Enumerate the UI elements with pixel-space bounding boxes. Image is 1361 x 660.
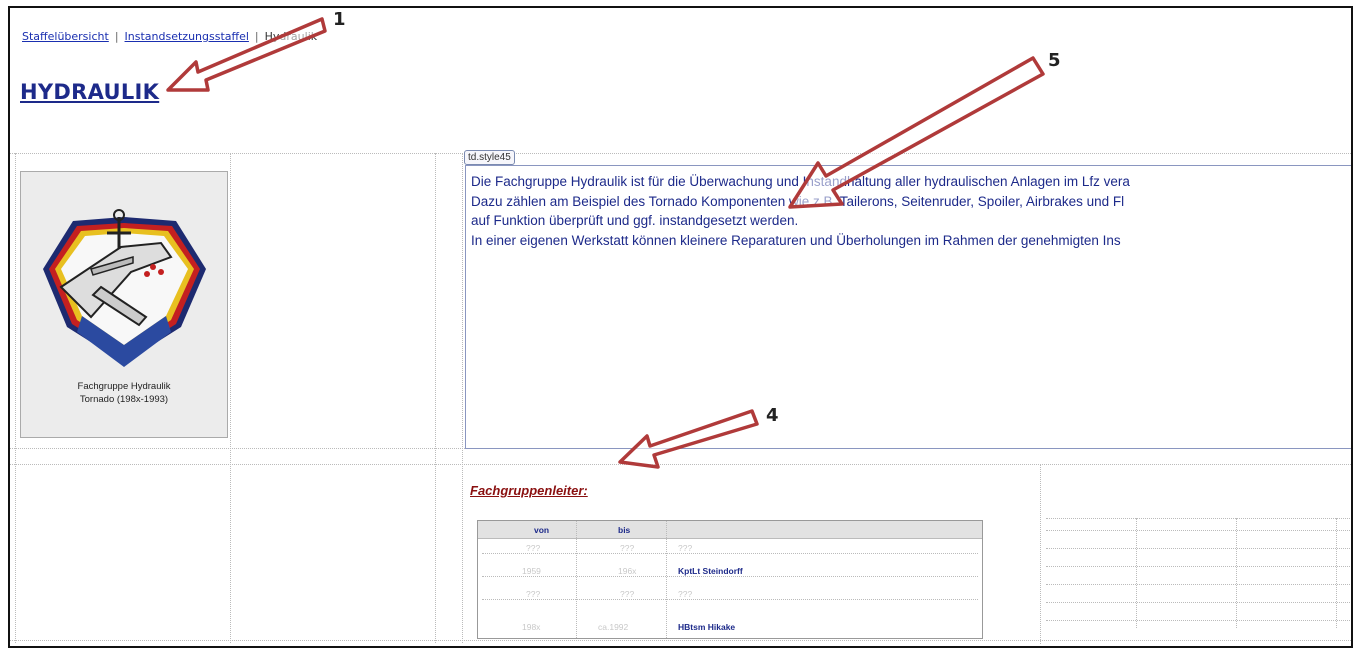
cell-von: ??? bbox=[526, 589, 541, 599]
page-frame: Staffelübersicht | Instandsetzungsstaffel |… bbox=[8, 6, 1353, 648]
style-tag-label[interactable]: td.style45 bbox=[464, 150, 515, 165]
cell-name: HBtsm Hikake bbox=[678, 622, 736, 632]
grid-line bbox=[15, 153, 16, 643]
grid-line bbox=[10, 640, 1351, 641]
grid-line bbox=[1040, 464, 1041, 644]
description-line: Die Fachgruppe Hydraulik ist für die Übe… bbox=[471, 174, 1130, 189]
grid-line bbox=[10, 464, 1351, 465]
breadcrumb: Staffelübersicht | Instandsetzungsstaffel |… bbox=[22, 30, 317, 43]
description-line: auf Funktion überprüft und ggf. instandg… bbox=[471, 213, 799, 228]
cell-bis: 196x bbox=[618, 566, 637, 576]
grid-line bbox=[462, 153, 463, 643]
description-line: In einer eigenen Werkstatt können kleine… bbox=[471, 232, 1121, 248]
grid-line bbox=[230, 153, 231, 643]
leader-table: von bis ??? ??? ??? 1959 196x KptLt Stei… bbox=[477, 520, 983, 639]
cell-bis: ??? bbox=[620, 543, 635, 553]
cell-name: ??? bbox=[678, 589, 693, 599]
annotation-number-5: 5 bbox=[1048, 50, 1061, 71]
leader-heading[interactable]: Fachgruppenleiter: bbox=[470, 483, 588, 498]
breadcrumb-link-instandsetzungsstaffel[interactable]: Instandsetzungsstaffel bbox=[125, 30, 249, 43]
logo-caption-line1: Fachgruppe Hydraulik bbox=[77, 381, 171, 392]
annotation-number-4: 4 bbox=[766, 405, 779, 426]
grid-line bbox=[10, 153, 1351, 154]
cell-von: 198x bbox=[522, 622, 541, 632]
column-header-bis: bis bbox=[618, 525, 631, 535]
description-cell[interactable]: Die Fachgruppe Hydraulik ist für die Übe… bbox=[465, 165, 1351, 449]
breadcrumb-current: Hydraulik bbox=[264, 30, 318, 43]
cell-bis: ??? bbox=[620, 589, 635, 599]
cell-von: ??? bbox=[526, 543, 541, 553]
grid-line bbox=[435, 153, 436, 643]
cell-name: KptLt Steindorff bbox=[678, 566, 743, 576]
empty-table bbox=[1046, 488, 1351, 638]
column-header-von: von bbox=[534, 525, 550, 535]
breadcrumb-separator: | bbox=[254, 30, 259, 43]
cell-von: 1959 bbox=[522, 566, 541, 576]
description-line: Dazu zählen am Beispiel des Tornado Komp… bbox=[471, 193, 1125, 209]
page-title[interactable]: HYDRAULIK bbox=[20, 80, 159, 104]
annotation-number-1: 1 bbox=[333, 9, 346, 30]
breadcrumb-link-staffeluebersicht[interactable]: Staffelübersicht bbox=[22, 30, 109, 43]
cell-name: ??? bbox=[678, 543, 693, 553]
cell-bis: ca.1992 bbox=[598, 622, 629, 632]
logo-caption-line2: Tornado (198x-1993) bbox=[79, 394, 169, 405]
hydraulik-badge-logo bbox=[43, 209, 206, 367]
logo-caption: Fachgruppe Hydraulik Tornado (198x-1993) bbox=[21, 380, 227, 406]
table-header bbox=[478, 521, 982, 539]
description-text: Die Fachgruppe Hydraulik ist für die Übe… bbox=[471, 172, 1130, 250]
logo-box: Fachgruppe Hydraulik Tornado (198x-1993) bbox=[20, 171, 228, 438]
breadcrumb-separator: | bbox=[114, 30, 119, 43]
